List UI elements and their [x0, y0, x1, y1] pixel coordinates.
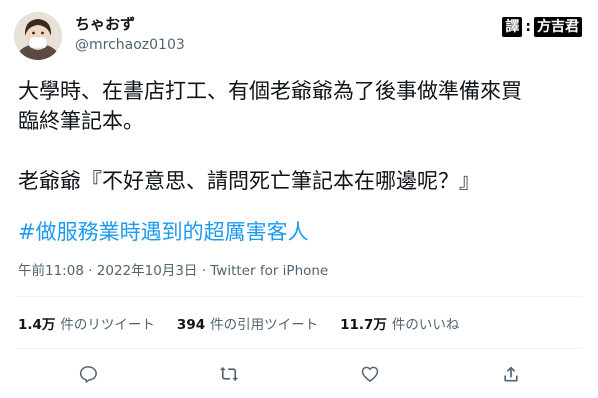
retweet-icon — [219, 366, 239, 382]
heart-icon — [361, 366, 379, 382]
retweets-label: 件のリツイート — [60, 317, 155, 333]
avatar[interactable] — [14, 12, 62, 60]
reply-button[interactable] — [74, 360, 102, 388]
author-display-name[interactable]: ちゃおず — [75, 15, 135, 33]
tweet-stats: 1.4万 件のリツイート 394 件の引用ツイート 11.7万 件のいいね — [18, 316, 481, 334]
translator-watermark: 譯 : 方吉君 — [502, 16, 582, 38]
watermark-translator-name: 方吉君 — [534, 17, 582, 37]
reply-icon — [79, 366, 97, 383]
retweets-stat[interactable]: 1.4万 件のリツイート — [18, 316, 155, 334]
likes-label: 件のいいね — [391, 317, 460, 333]
divider — [16, 348, 582, 349]
tweet-date[interactable]: 2022年10月3日 — [97, 263, 198, 279]
watermark-colon: : — [525, 19, 531, 35]
watermark-label: 譯 — [502, 17, 523, 37]
avatar-photo — [14, 12, 62, 60]
quotes-stat[interactable]: 394 件の引用ツイート — [177, 316, 318, 334]
meta-separator: · — [197, 263, 211, 279]
divider — [16, 296, 582, 297]
like-button[interactable] — [356, 360, 384, 388]
tweet-meta: 午前11:08 · 2022年10月3日 · Twitter for iPhon… — [18, 262, 328, 280]
action-bar — [0, 360, 598, 388]
likes-count: 11.7万 — [340, 317, 387, 333]
tweet-time[interactable]: 午前11:08 — [18, 263, 84, 279]
retweets-count: 1.4万 — [18, 317, 56, 333]
tweet-line: 大學時、在書店打工、有個老爺爺為了後事做準備來買 — [18, 79, 522, 103]
share-button[interactable] — [497, 360, 525, 388]
tweet-line: 臨終筆記本。 — [18, 109, 144, 133]
quotes-label: 件の引用ツイート — [210, 317, 319, 333]
author-handle[interactable]: @mrchaoz0103 — [75, 36, 185, 54]
retweet-button[interactable] — [215, 360, 243, 388]
tweet-source[interactable]: Twitter for iPhone — [210, 263, 328, 279]
tweet-text: 大學時、在書店打工、有個老爺爺為了後事做準備來買 臨終筆記本。 老爺爺『不好意思… — [18, 76, 583, 196]
share-icon — [504, 366, 518, 382]
hashtag-link[interactable]: #做服務業時遇到的超厲害客人 — [18, 217, 309, 247]
tweet-line: 老爺爺『不好意思、請問死亡筆記本在哪邊呢？』 — [18, 169, 480, 193]
meta-separator: · — [83, 263, 97, 279]
quotes-count: 394 — [176, 317, 206, 333]
likes-stat[interactable]: 11.7万 件のいいね — [340, 316, 459, 334]
